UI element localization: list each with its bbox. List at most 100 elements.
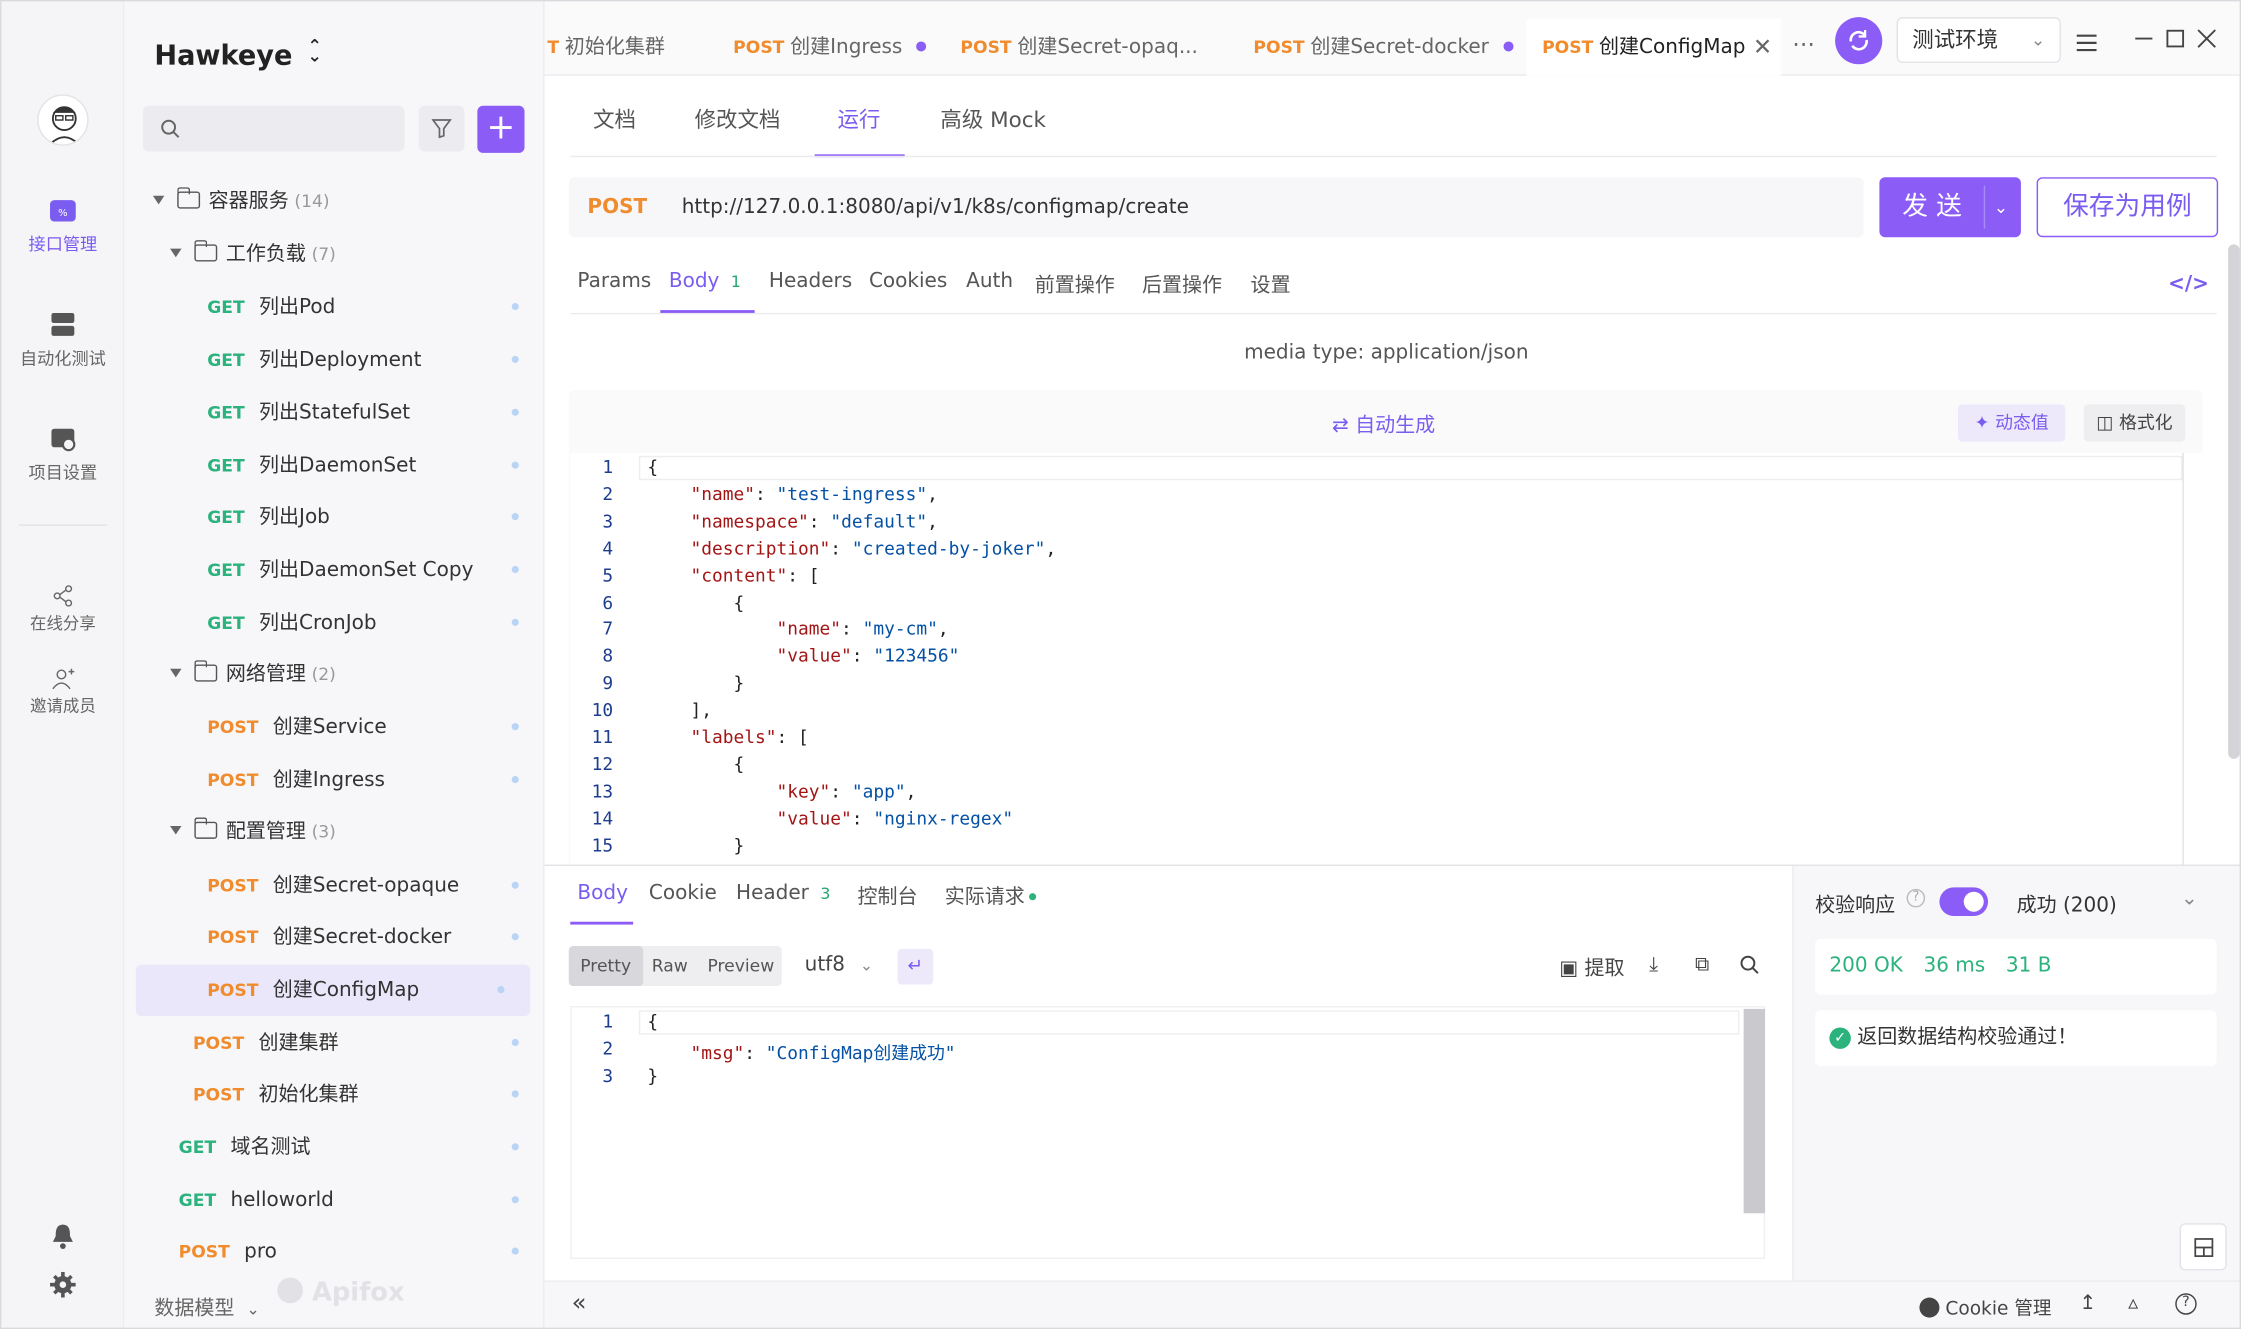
tree-folder[interactable]: 网络管理 (2): [124, 649, 544, 700]
tree-api-item[interactable]: POST 创建Secret-opaque: [124, 860, 544, 911]
response-scrollbar[interactable]: [1743, 1008, 1766, 1214]
collapse-sidebar-icon[interactable]: «: [572, 1289, 587, 1318]
gear-icon[interactable]: [50, 1271, 76, 1303]
resp-tab-header[interactable]: Header 3: [736, 882, 830, 905]
code-line[interactable]: {: [647, 753, 744, 774]
add-button[interactable]: +: [477, 105, 525, 153]
tab-run[interactable]: 运行: [838, 104, 881, 134]
data-model-toggle[interactable]: 数据模型 ⌄: [154, 1293, 259, 1322]
sync-button[interactable]: [1835, 17, 1883, 65]
code-line[interactable]: }: [647, 834, 744, 855]
code-line[interactable]: "content": [: [647, 564, 819, 585]
menu-icon[interactable]: [2076, 30, 2097, 57]
tree-api-item[interactable]: GET 列出DaemonSet: [124, 440, 544, 491]
chevron-down-icon[interactable]: ⌄: [1994, 177, 2008, 237]
caret-down-icon[interactable]: [152, 195, 165, 205]
code-line[interactable]: {: [647, 1010, 658, 1031]
auto-generate-button[interactable]: ⇄ 自动生成: [1332, 410, 1435, 439]
tree-api-item[interactable]: POST 创建ConfigMap: [135, 964, 531, 1017]
tab-params[interactable]: Params: [577, 270, 651, 293]
minimize-icon[interactable]: [2134, 27, 2154, 54]
tree-api-item[interactable]: POST pro: [124, 1226, 544, 1277]
tab-pre-ops[interactable]: 前置操作: [1035, 270, 1115, 299]
tree-folder[interactable]: 配置管理 (3): [124, 806, 544, 857]
tree-api-item[interactable]: POST 创建Secret-docker: [124, 912, 544, 963]
editor-scrollbar[interactable]: [2182, 453, 2202, 866]
code-line[interactable]: }: [647, 1065, 658, 1086]
filter-button[interactable]: [418, 105, 465, 152]
format-button[interactable]: ◫ 格式化: [2083, 404, 2186, 442]
dynamic-value-button[interactable]: ✦ 动态值: [1958, 404, 2066, 442]
tree-api-item[interactable]: GET 列出Job: [124, 492, 544, 543]
tab-mock[interactable]: 高级 Mock: [940, 104, 1046, 134]
tree-api-item[interactable]: POST 初始化集群: [124, 1069, 544, 1120]
code-view-icon[interactable]: </>: [2168, 273, 2209, 296]
request-method[interactable]: POST: [587, 177, 647, 237]
tab-settings[interactable]: 设置: [1251, 270, 1291, 299]
code-line[interactable]: {: [647, 456, 658, 477]
encoding-select[interactable]: utf8 ⌄: [805, 953, 873, 976]
caret-down-icon[interactable]: [170, 668, 182, 678]
file-tab-init-cluster[interactable]: T 初始化集群: [545, 19, 714, 76]
upload-icon[interactable]: ↥: [2079, 1292, 2096, 1315]
window-close-icon[interactable]: [2197, 27, 2217, 54]
file-tab-secret-opaque[interactable]: POST 创建Secret-opaq...: [943, 19, 1229, 76]
search-icon[interactable]: [1739, 953, 1759, 980]
help-icon[interactable]: ?: [2175, 1293, 2197, 1315]
raw-button[interactable]: Raw: [640, 946, 699, 986]
layout-toggle-button[interactable]: [2179, 1223, 2227, 1271]
rail-project-settings[interactable]: 项目设置: [1, 424, 124, 484]
tab-cookies[interactable]: Cookies: [869, 270, 947, 293]
code-line[interactable]: {: [647, 591, 744, 612]
code-line[interactable]: "description": "created-by-joker",: [647, 537, 1056, 558]
tree-api-item[interactable]: GET 列出Deployment: [124, 334, 544, 385]
tree-api-item[interactable]: POST 创建集群: [124, 1017, 544, 1068]
tree-api-item[interactable]: GET 列出DaemonSet Copy: [124, 544, 544, 595]
code-line[interactable]: "value": "123456": [647, 645, 960, 666]
extract-button[interactable]: ▣ 提取: [1559, 953, 1624, 982]
save-as-case-button[interactable]: 保存为用例: [2036, 177, 2219, 238]
cookie-manager-button[interactable]: Cookie 管理: [1919, 1293, 2051, 1320]
code-line[interactable]: "key": "app",: [647, 780, 917, 801]
code-line[interactable]: "msg": "ConfigMap创建成功": [647, 1037, 955, 1064]
pretty-button[interactable]: Pretty: [568, 946, 643, 987]
code-line[interactable]: }: [647, 672, 744, 693]
validate-result-select[interactable]: 成功 (200): [2017, 890, 2117, 919]
code-line[interactable]: ],: [647, 699, 712, 720]
tree-api-item[interactable]: GET 列出Pod: [124, 282, 544, 333]
url-input[interactable]: http://127.0.0.1:8080/api/v1/k8s/configm…: [682, 177, 1189, 237]
code-line[interactable]: "name": "test-ingress",: [647, 483, 937, 504]
tree-folder[interactable]: 容器服务 (14): [124, 176, 544, 227]
send-button[interactable]: 发 送 ⌄: [1879, 177, 2021, 238]
validate-toggle[interactable]: [1939, 887, 1989, 917]
tree-api-item[interactable]: GET 列出CronJob: [124, 597, 544, 648]
url-bar[interactable]: POST http://127.0.0.1:8080/api/v1/k8s/co…: [568, 177, 1864, 238]
caret-down-icon[interactable]: [170, 825, 182, 835]
resp-tab-cookie[interactable]: Cookie: [649, 882, 717, 905]
preview-button[interactable]: Preview: [696, 946, 786, 986]
code-line[interactable]: "name": "my-cm",: [647, 618, 949, 639]
rail-auto-test[interactable]: 自动化测试: [1, 310, 124, 370]
resp-tab-actual-request[interactable]: 实际请求: [945, 882, 1037, 911]
tree-api-item[interactable]: GET 域名测试: [124, 1122, 544, 1173]
rail-invite[interactable]: 邀请成员: [1, 667, 124, 717]
code-line[interactable]: "labels": [: [647, 726, 808, 747]
tree-api-item[interactable]: POST 创建Ingress: [124, 755, 544, 806]
tab-headers[interactable]: Headers: [769, 270, 852, 293]
file-tab-configmap[interactable]: POST 创建ConfigMap ✕: [1526, 18, 1781, 76]
help-icon[interactable]: ?: [1906, 888, 1926, 908]
tab-doc[interactable]: 文档: [593, 104, 636, 134]
tab-post-ops[interactable]: 后置操作: [1142, 270, 1222, 299]
search-input[interactable]: [142, 105, 405, 152]
environment-select[interactable]: 测试环境 ⌄: [1896, 17, 2061, 63]
tree-api-item[interactable]: GET helloworld: [124, 1175, 544, 1226]
avatar[interactable]: [37, 94, 89, 146]
rail-share[interactable]: 在线分享: [1, 584, 124, 634]
close-icon[interactable]: ✕: [1753, 19, 1772, 76]
file-tab-ingress[interactable]: POST 创建Ingress: [716, 19, 942, 76]
resp-tab-console[interactable]: 控制台: [858, 882, 918, 911]
download-icon[interactable]: ⤓: [1649, 953, 1658, 976]
tree-folder[interactable]: 工作负载 (7): [124, 229, 544, 280]
file-tab-secret-docker[interactable]: POST 创建Secret-docker: [1236, 19, 1522, 76]
code-line[interactable]: "namespace": "default",: [647, 510, 937, 531]
